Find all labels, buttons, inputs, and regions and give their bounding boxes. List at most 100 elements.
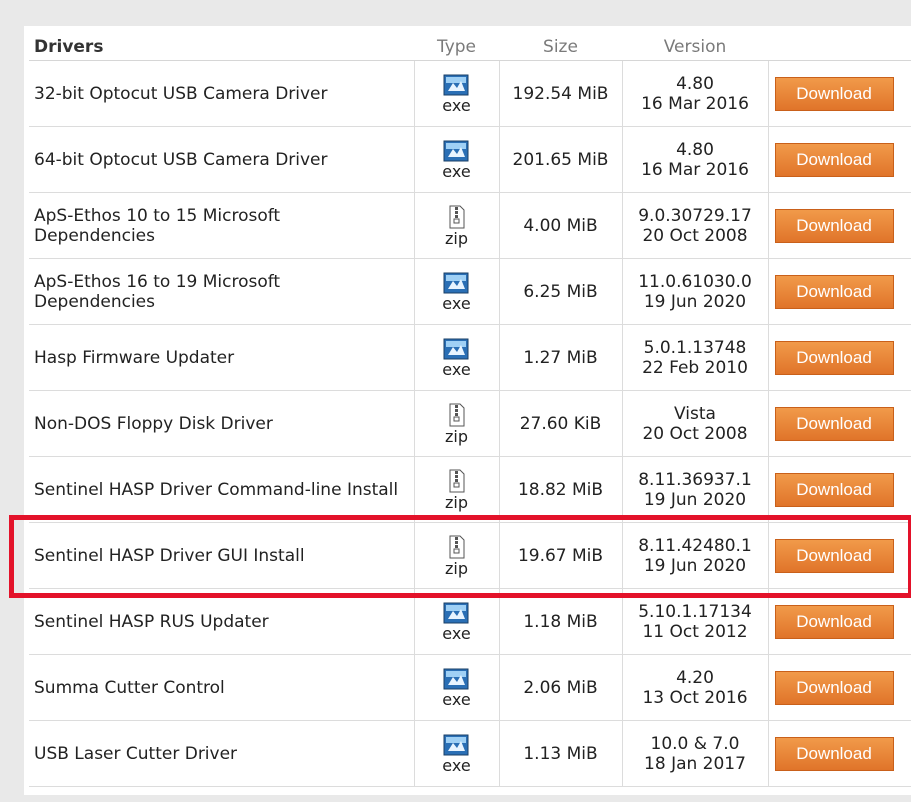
version-number: 4.20 [676,667,714,688]
type-label: exe [442,755,471,775]
version-cell: 9.0.30729.17 20 Oct 2008 [622,192,769,259]
zip-icon [448,205,466,229]
table-row: Sentinel HASP Driver Command-line Instal… [29,456,911,523]
type-cell: exe [414,588,500,655]
header-size: Size [499,34,622,61]
download-button[interactable]: Download [774,340,894,375]
driver-name: 64-bit Optocut USB Camera Driver [29,126,415,193]
zip-icon [448,469,466,493]
file-size: 1.18 MiB [499,588,623,655]
file-size: 201.65 MiB [499,126,623,193]
release-date: 19 Jun 2020 [643,555,747,576]
download-button[interactable]: Download [774,142,894,177]
file-size: 1.27 MiB [499,324,623,391]
download-cell: Download [768,60,911,127]
file-size: 1.13 MiB [499,720,623,787]
version-number: 9.0.30729.17 [638,205,752,226]
type-cell: zip [414,192,500,259]
table-row: Summa Cutter Control exe 2.06 MiB 4.20 13 Oc… [29,654,911,721]
drivers-table: Drivers Type Size Version 32-bit Optocut… [29,34,911,787]
table-row: ApS-Ethos 10 to 15 Microsoft Dependencie… [29,192,911,259]
header-action [768,34,911,61]
version-cell: 5.10.1.17134 11 Oct 2012 [622,588,769,655]
driver-name: Sentinel HASP Driver GUI Install [29,522,415,589]
version-cell: 5.0.1.13748 22 Feb 2010 [622,324,769,391]
type-cell: exe [414,324,500,391]
table-row: Non-DOS Floppy Disk Driver zip 27.60 KiB Vi… [29,390,911,457]
exe-icon [443,272,469,294]
download-cell: Download [768,324,911,391]
version-number: 11.0.61030.0 [638,271,752,292]
download-button[interactable]: Download [774,274,894,309]
download-button[interactable]: Download [774,736,894,771]
table-row: 32-bit Optocut USB Camera Driver exe 192.5… [29,60,911,127]
version-number: 4.80 [676,139,714,160]
download-cell: Download [768,588,911,655]
download-button[interactable]: Download [774,670,894,705]
download-cell: Download [768,126,911,193]
type-cell: zip [414,522,500,589]
release-date: 20 Oct 2008 [642,423,748,444]
version-number: Vista [674,403,716,424]
type-cell: exe [414,720,500,787]
release-date: 13 Oct 2016 [642,687,748,708]
driver-name: 32-bit Optocut USB Camera Driver [29,60,415,127]
exe-icon [443,602,469,624]
release-date: 22 Feb 2010 [642,357,748,378]
file-size: 2.06 MiB [499,654,623,721]
download-button[interactable]: Download [774,406,894,441]
driver-name: Hasp Firmware Updater [29,324,415,391]
download-cell: Download [768,390,911,457]
table-row: Sentinel HASP Driver GUI Install zip 19.67… [29,522,911,589]
type-label: exe [442,95,471,115]
header-type: Type [414,34,499,61]
release-date: 11 Oct 2012 [642,621,748,642]
driver-name: Sentinel HASP Driver Command-line Instal… [29,456,415,523]
driver-name: USB Laser Cutter Driver [29,720,415,787]
release-date: 19 Jun 2020 [643,291,747,312]
table-row: USB Laser Cutter Driver exe 1.13 MiB 10.0 &… [29,720,911,787]
exe-icon [443,734,469,756]
type-label: zip [445,228,468,248]
download-button[interactable]: Download [774,76,894,111]
table-row: ApS-Ethos 16 to 19 Microsoft Dependencie… [29,258,911,325]
file-size: 27.60 KiB [499,390,623,457]
version-cell: 8.11.36937.1 19 Jun 2020 [622,456,769,523]
driver-name: Sentinel HASP RUS Updater [29,588,415,655]
download-cell: Download [768,192,911,259]
table-row: 64-bit Optocut USB Camera Driver exe 201.6… [29,126,911,193]
file-size: 192.54 MiB [499,60,623,127]
download-cell: Download [768,654,911,721]
driver-name: ApS-Ethos 10 to 15 Microsoft Dependencie… [29,192,415,259]
release-date: 20 Oct 2008 [642,225,748,246]
download-button[interactable]: Download [774,208,894,243]
version-number: 10.0 & 7.0 [650,733,740,754]
type-label: exe [442,689,471,709]
version-cell: 4.80 16 Mar 2016 [622,126,769,193]
download-button[interactable]: Download [774,538,894,573]
type-cell: zip [414,390,500,457]
type-cell: exe [414,126,500,193]
file-size: 4.00 MiB [499,192,623,259]
version-cell: 11.0.61030.0 19 Jun 2020 [622,258,769,325]
type-label: zip [445,492,468,512]
download-cell: Download [768,720,911,787]
zip-icon [448,535,466,559]
type-label: zip [445,426,468,446]
version-number: 8.11.36937.1 [638,469,752,490]
table-header-row: Drivers Type Size Version [29,34,911,61]
type-label: exe [442,293,471,313]
driver-name: Summa Cutter Control [29,654,415,721]
version-number: 4.80 [676,73,714,94]
version-cell: 8.11.42480.1 19 Jun 2020 [622,522,769,589]
version-cell: 4.20 13 Oct 2016 [622,654,769,721]
table-row: Sentinel HASP RUS Updater exe 1.18 MiB 5.10… [29,588,911,655]
type-cell: zip [414,456,500,523]
download-button[interactable]: Download [774,472,894,507]
type-label: exe [442,359,471,379]
version-cell: Vista 20 Oct 2008 [622,390,769,457]
download-cell: Download [768,258,911,325]
download-button[interactable]: Download [774,604,894,639]
file-size: 6.25 MiB [499,258,623,325]
type-cell: exe [414,60,500,127]
